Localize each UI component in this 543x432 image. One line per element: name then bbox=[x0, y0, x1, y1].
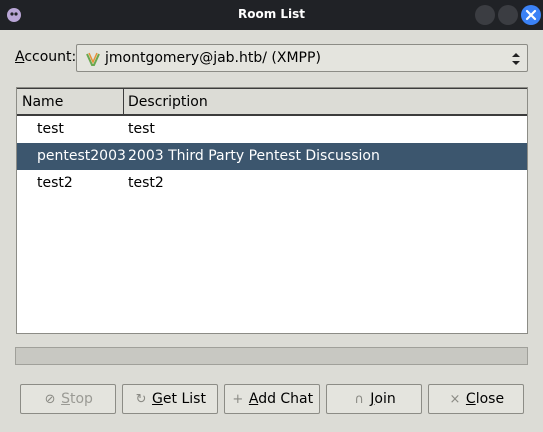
get-list-button[interactable]: ↻ Get List bbox=[122, 384, 218, 414]
join-icon: ∩ bbox=[354, 392, 365, 407]
account-select[interactable]: jmontgomery@jab.htb/ (XMPP) bbox=[76, 44, 528, 72]
stop-icon: ⊘ bbox=[44, 392, 56, 407]
table-header: Name Description bbox=[17, 88, 527, 116]
close-button[interactable]: × Close bbox=[428, 384, 524, 414]
window-title: Room List bbox=[237, 7, 306, 21]
title-bar: Room List bbox=[0, 0, 543, 30]
join-button[interactable]: ∩ Join bbox=[326, 384, 422, 414]
close-icon bbox=[525, 9, 537, 21]
progress-bar bbox=[15, 347, 528, 365]
room-name: test2 bbox=[37, 175, 73, 191]
room-description: 2003 Third Party Pentest Discussion bbox=[128, 148, 380, 164]
xmpp-protocol-icon bbox=[86, 52, 100, 66]
room-name: test bbox=[37, 121, 64, 137]
room-description: test bbox=[128, 121, 155, 137]
close-window-button[interactable] bbox=[521, 5, 541, 25]
minimize-button[interactable] bbox=[475, 5, 495, 25]
add-chat-button[interactable]: + Add Chat bbox=[224, 384, 320, 414]
table-row[interactable]: test test bbox=[17, 116, 527, 143]
room-name: pentest2003 bbox=[37, 148, 126, 164]
room-description: test2 bbox=[128, 175, 164, 191]
account-label: Account: bbox=[15, 49, 77, 65]
column-separator bbox=[123, 89, 124, 115]
refresh-icon: ↻ bbox=[135, 392, 147, 407]
close-icon: × bbox=[449, 392, 461, 407]
stop-button[interactable]: ⊘ Stop bbox=[20, 384, 116, 414]
plus-icon: + bbox=[232, 392, 244, 407]
account-select-value: jmontgomery@jab.htb/ (XMPP) bbox=[105, 50, 321, 66]
maximize-button[interactable] bbox=[498, 5, 518, 25]
table-row-selected[interactable]: pentest2003 2003 Third Party Pentest Dis… bbox=[17, 143, 527, 170]
table-row[interactable]: test2 test2 bbox=[17, 170, 527, 197]
up-down-arrow-icon bbox=[512, 53, 520, 65]
column-header-name[interactable]: Name bbox=[22, 94, 63, 110]
room-list-table[interactable]: Name Description test test pentest2003 2… bbox=[16, 87, 528, 334]
column-header-description[interactable]: Description bbox=[128, 94, 208, 110]
